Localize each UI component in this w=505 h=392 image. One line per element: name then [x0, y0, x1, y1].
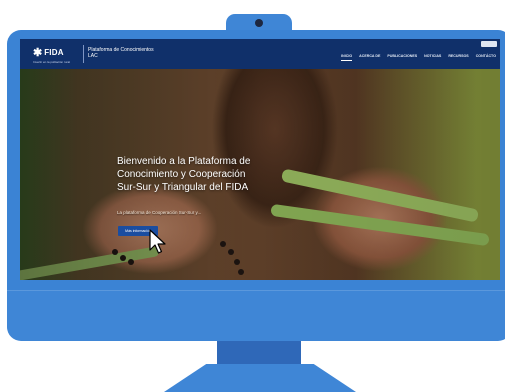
hero-banner: Bienvenido a la Plataforma de Conocimien… [20, 69, 500, 280]
platform-title[interactable]: Plataforma de Conocimientos LAC [88, 47, 158, 59]
nav-item-inicio[interactable]: INICIO [341, 54, 353, 61]
monitor-screen: ✱ FIDA Invertir en la población rural Pl… [20, 39, 500, 280]
fida-person-icon: ✱ [33, 47, 43, 59]
nav-item-noticias[interactable]: NOTICIAS [424, 54, 441, 61]
monitor-stand-base [164, 364, 356, 392]
site-header: ✱ FIDA Invertir en la población rural Pl… [20, 39, 500, 69]
hero-title: Bienvenido a la Plataforma de Conocimien… [117, 156, 251, 193]
logo-text: FIDA [44, 48, 64, 57]
mouse-pointer-icon [149, 229, 166, 254]
search-input[interactable] [481, 41, 497, 47]
logo-divider [83, 45, 84, 63]
fida-logo[interactable]: ✱ FIDA [33, 46, 64, 59]
camera-lens-icon [255, 19, 263, 27]
monitor-stand-neck [217, 341, 301, 364]
monitor-chin [7, 290, 505, 341]
nav-item-recursos[interactable]: RECURSOS [448, 54, 468, 61]
logo-tagline: Invertir en la población rural [33, 60, 71, 64]
main-nav: INICIO ACERCA DE PUBLICACIONES NOTICIAS … [341, 54, 496, 61]
nav-item-acerca-de[interactable]: ACERCA DE [359, 54, 380, 61]
hero-subtitle: La plataforma de Cooperación Sur-Sur y..… [117, 210, 202, 215]
nav-item-contacto[interactable]: CONTÁCTO [476, 54, 496, 61]
nav-item-publicaciones[interactable]: PUBLICACIONES [387, 54, 417, 61]
